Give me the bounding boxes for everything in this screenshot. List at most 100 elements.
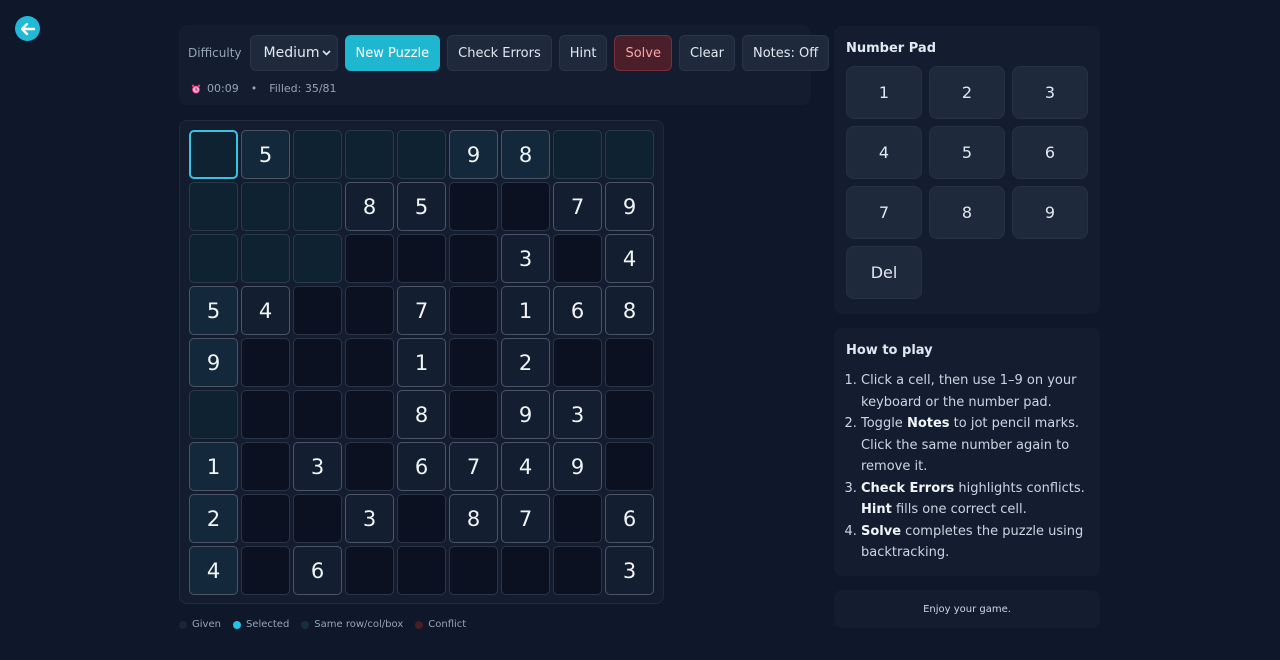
board-cell-r5c8[interactable] [553, 338, 602, 387]
new-puzzle-button[interactable]: New Puzzle [344, 35, 441, 71]
board-cell-r8c4[interactable]: 3 [345, 494, 394, 543]
board-cell-r4c6[interactable] [449, 286, 498, 335]
check-errors-button[interactable]: Check Errors [447, 35, 552, 71]
board-cell-r5c9[interactable] [605, 338, 654, 387]
board-cell-r2c1[interactable] [189, 182, 238, 231]
board-cell-r8c1[interactable]: 2 [189, 494, 238, 543]
hint-button[interactable]: Hint [558, 35, 608, 71]
difficulty-select[interactable]: Medium [249, 35, 338, 71]
board-cell-r9c9[interactable]: 3 [605, 546, 654, 595]
board-cell-r7c5[interactable]: 6 [397, 442, 446, 491]
clear-button[interactable]: Clear [678, 35, 735, 71]
board-cell-r7c1[interactable]: 1 [189, 442, 238, 491]
board-cell-r6c3[interactable] [293, 390, 342, 439]
board-cell-r9c2[interactable] [241, 546, 290, 595]
board-cell-r3c4[interactable] [345, 234, 394, 283]
board-cell-r3c2[interactable] [241, 234, 290, 283]
board-cell-r8c6[interactable]: 8 [449, 494, 498, 543]
board-cell-r4c1[interactable]: 5 [189, 286, 238, 335]
board-cell-r9c4[interactable] [345, 546, 394, 595]
board-cell-r1c8[interactable] [553, 130, 602, 179]
board-cell-r3c8[interactable] [553, 234, 602, 283]
board-cell-r9c8[interactable] [553, 546, 602, 595]
back-button[interactable] [15, 16, 40, 41]
board-cell-r2c8[interactable]: 7 [553, 182, 602, 231]
board-cell-r3c5[interactable] [397, 234, 446, 283]
board-cell-r2c9[interactable]: 9 [605, 182, 654, 231]
board-cell-r2c3[interactable] [293, 182, 342, 231]
board-cell-r9c7[interactable] [501, 546, 550, 595]
numpad-delete-key[interactable]: Del [846, 246, 922, 299]
board-cell-r6c6[interactable] [449, 390, 498, 439]
board-cell-r6c4[interactable] [345, 390, 394, 439]
solve-button[interactable]: Solve [614, 35, 672, 71]
board-cell-r7c8[interactable]: 9 [553, 442, 602, 491]
board-cell-r6c2[interactable] [241, 390, 290, 439]
board-cell-r9c5[interactable] [397, 546, 446, 595]
board-cell-r4c4[interactable] [345, 286, 394, 335]
board-cell-r6c7[interactable]: 9 [501, 390, 550, 439]
board-cell-r4c3[interactable] [293, 286, 342, 335]
board-cell-r9c3[interactable]: 6 [293, 546, 342, 595]
board-cell-r7c4[interactable] [345, 442, 394, 491]
board-cell-r8c8[interactable] [553, 494, 602, 543]
board-cell-r2c5[interactable]: 5 [397, 182, 446, 231]
board-cell-r5c3[interactable] [293, 338, 342, 387]
board-cell-r1c7[interactable]: 8 [501, 130, 550, 179]
board-cell-r1c1[interactable] [189, 130, 238, 179]
board-cell-r6c1[interactable] [189, 390, 238, 439]
numpad-key-5[interactable]: 5 [929, 126, 1005, 179]
board-cell-r8c3[interactable] [293, 494, 342, 543]
board-cell-r4c7[interactable]: 1 [501, 286, 550, 335]
board-cell-r8c9[interactable]: 6 [605, 494, 654, 543]
board-cell-r3c6[interactable] [449, 234, 498, 283]
step-text: fills one correct cell. [891, 502, 1027, 517]
board-cell-r1c5[interactable] [397, 130, 446, 179]
numpad-key-2[interactable]: 2 [929, 66, 1005, 119]
board-cell-r2c7[interactable] [501, 182, 550, 231]
board-cell-r6c5[interactable]: 8 [397, 390, 446, 439]
board-cell-r3c9[interactable]: 4 [605, 234, 654, 283]
numpad-key-6[interactable]: 6 [1012, 126, 1088, 179]
board-cell-r1c3[interactable] [293, 130, 342, 179]
numpad-key-7[interactable]: 7 [846, 186, 922, 239]
board-cell-r2c4[interactable]: 8 [345, 182, 394, 231]
numpad-key-3[interactable]: 3 [1012, 66, 1088, 119]
board-cell-r7c2[interactable] [241, 442, 290, 491]
notes-toggle[interactable]: Notes: Off [741, 35, 830, 71]
board-cell-r7c6[interactable]: 7 [449, 442, 498, 491]
board-cell-r1c6[interactable]: 9 [449, 130, 498, 179]
board-cell-r9c6[interactable] [449, 546, 498, 595]
board-cell-r8c5[interactable] [397, 494, 446, 543]
board-cell-r5c1[interactable]: 9 [189, 338, 238, 387]
board-cell-r6c8[interactable]: 3 [553, 390, 602, 439]
numpad-key-9[interactable]: 9 [1012, 186, 1088, 239]
numpad-key-4[interactable]: 4 [846, 126, 922, 179]
board-cell-r8c7[interactable]: 7 [501, 494, 550, 543]
board-cell-r7c7[interactable]: 4 [501, 442, 550, 491]
numpad-key-8[interactable]: 8 [929, 186, 1005, 239]
board-cell-r1c2[interactable]: 5 [241, 130, 290, 179]
board-cell-r4c2[interactable]: 4 [241, 286, 290, 335]
numpad-key-1[interactable]: 1 [846, 66, 922, 119]
board-cell-r4c9[interactable]: 8 [605, 286, 654, 335]
board-cell-r8c2[interactable] [241, 494, 290, 543]
board-cell-r3c1[interactable] [189, 234, 238, 283]
board-cell-r2c6[interactable] [449, 182, 498, 231]
board-cell-r3c7[interactable]: 3 [501, 234, 550, 283]
board-cell-r9c1[interactable]: 4 [189, 546, 238, 595]
board-cell-r5c2[interactable] [241, 338, 290, 387]
board-cell-r4c5[interactable]: 7 [397, 286, 446, 335]
board-cell-r5c7[interactable]: 2 [501, 338, 550, 387]
board-cell-r5c6[interactable] [449, 338, 498, 387]
board-cell-r5c4[interactable] [345, 338, 394, 387]
board-cell-r3c3[interactable] [293, 234, 342, 283]
board-cell-r1c4[interactable] [345, 130, 394, 179]
board-cell-r6c9[interactable] [605, 390, 654, 439]
board-cell-r5c5[interactable]: 1 [397, 338, 446, 387]
board-cell-r7c9[interactable] [605, 442, 654, 491]
board-cell-r2c2[interactable] [241, 182, 290, 231]
board-cell-r7c3[interactable]: 3 [293, 442, 342, 491]
board-cell-r4c8[interactable]: 6 [553, 286, 602, 335]
board-cell-r1c9[interactable] [605, 130, 654, 179]
